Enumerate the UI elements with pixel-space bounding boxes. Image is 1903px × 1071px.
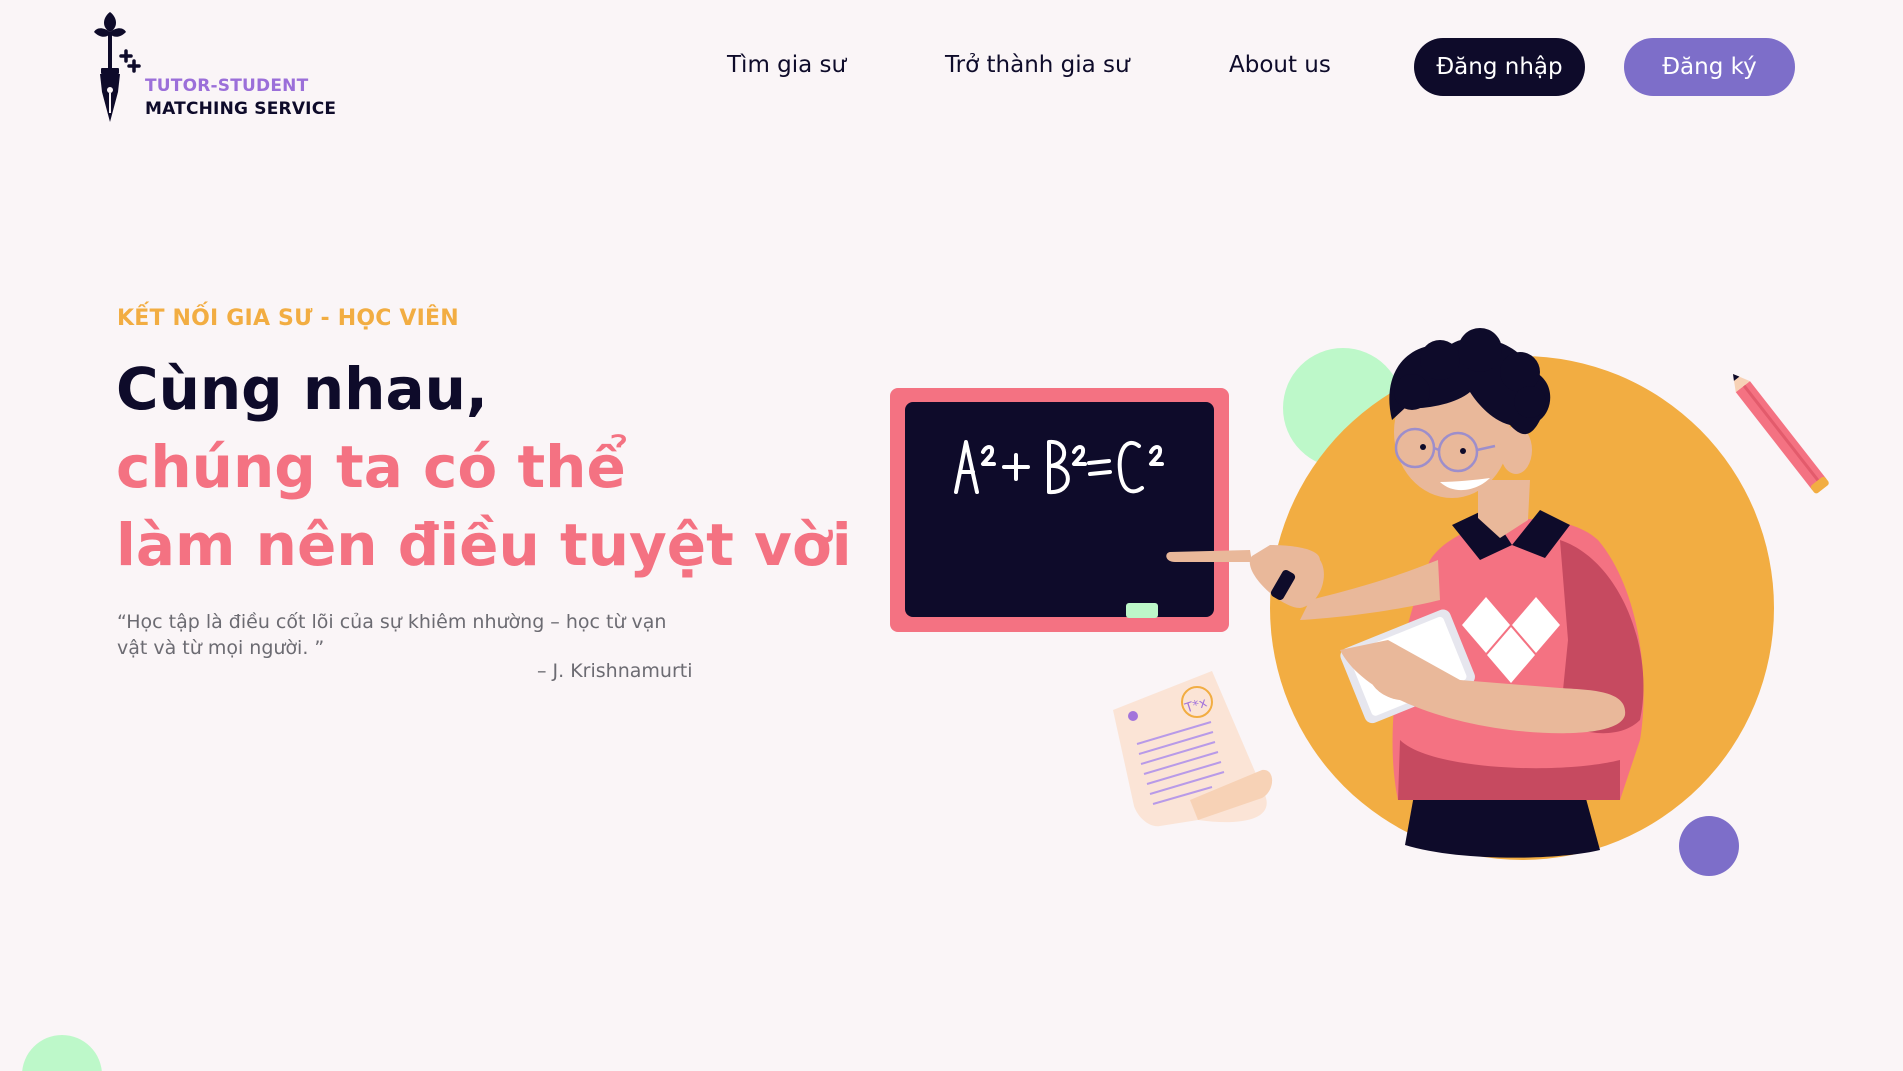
purple-dot-decor <box>1679 816 1739 876</box>
blackboard <box>890 388 1229 632</box>
hero-illustration: T*x <box>22 328 1829 1071</box>
paper-scroll: T*x <box>1113 671 1273 827</box>
pencil-icon <box>1733 374 1829 494</box>
mint-corner-decor <box>22 1035 102 1071</box>
